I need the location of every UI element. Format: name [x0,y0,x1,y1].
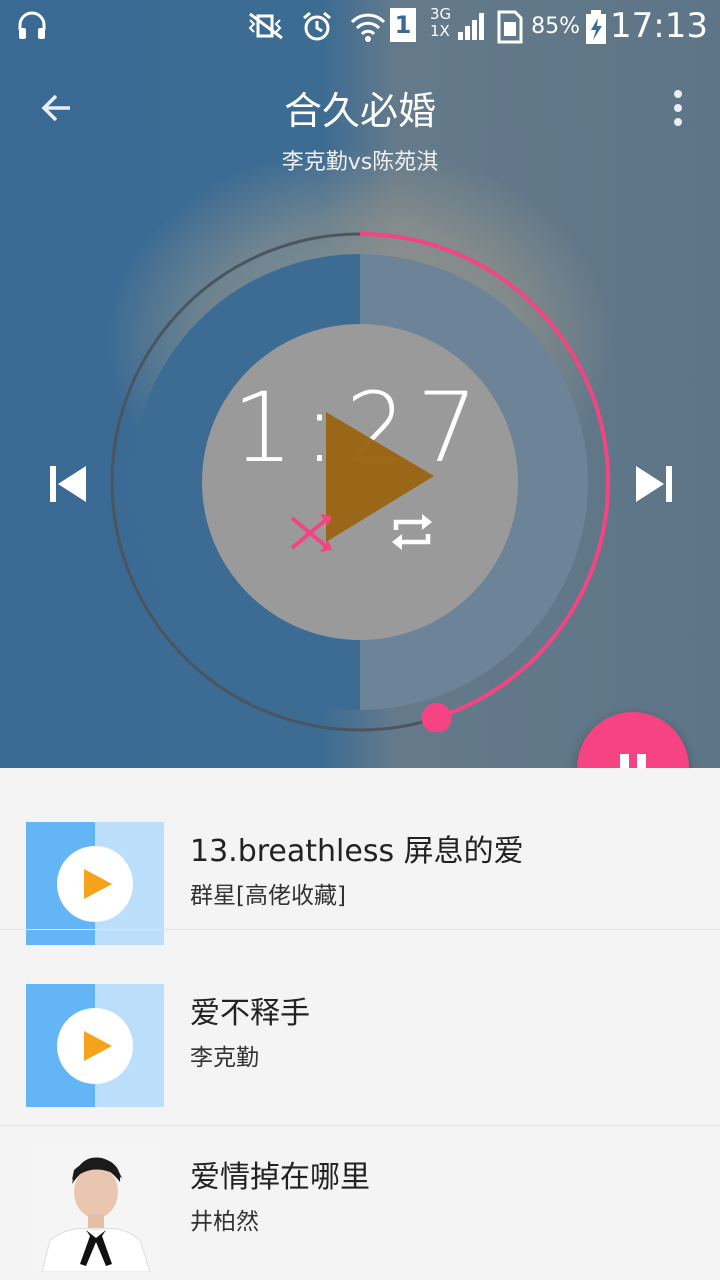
play-icon [84,1031,112,1061]
list-song-title: 13.breathless 屏息的爱 [190,834,524,869]
song-thumbnail [26,984,164,1107]
network-type-label: 3G 1X [430,5,452,40]
next-track-icon[interactable] [630,460,678,508]
playlist: 13.breathless 屏息的爱 群星[高佬收藏] 爱不释手 李克勤 爱情掉… [0,768,720,1280]
album-photo [32,1144,158,1272]
sim-slot-icon: 1 [390,8,416,42]
song-thumbnail [26,822,164,945]
list-song-artist: 李克勤 [190,1045,259,1071]
song-title: 合久必婚 [283,89,436,133]
previous-track-icon[interactable] [44,460,92,508]
progress-knob[interactable] [421,702,452,732]
play-icon [84,869,112,899]
wifi-icon [350,13,386,42]
clock: 17:13 [610,6,708,46]
shuffle-icon[interactable] [288,508,336,556]
battery-charging-icon [586,10,606,44]
more-options-icon[interactable] [666,86,690,130]
app-bar: 合久必婚 李克勤vs陈苑淇 [0,60,720,180]
divider [0,929,720,930]
status-bar: 1 3G 1X 85% 17:13 [0,0,720,52]
list-item[interactable]: 爱情掉在哪里 井柏然 [0,1126,720,1280]
artist-photo [32,1144,158,1272]
list-item[interactable]: 爱不释手 李克勤 [0,964,720,1126]
headphones-icon [18,11,46,39]
sim-card-icon [497,10,523,44]
battery-percent: 85% [531,14,580,39]
list-song-title: 爱情掉在哪里 [190,1160,370,1195]
list-song-title: 爱不释手 [190,996,310,1031]
alarm-icon [303,11,331,41]
repeat-icon[interactable] [388,508,436,556]
list-song-artist: 群星[高佬收藏] [190,883,346,909]
song-artist: 李克勤vs陈苑淇 [281,150,439,175]
list-item[interactable]: 13.breathless 屏息的爱 群星[高佬收藏] [0,768,720,945]
vibrate-mute-icon [248,12,283,40]
signal-icon [458,13,484,40]
list-song-artist: 井柏然 [190,1209,259,1235]
